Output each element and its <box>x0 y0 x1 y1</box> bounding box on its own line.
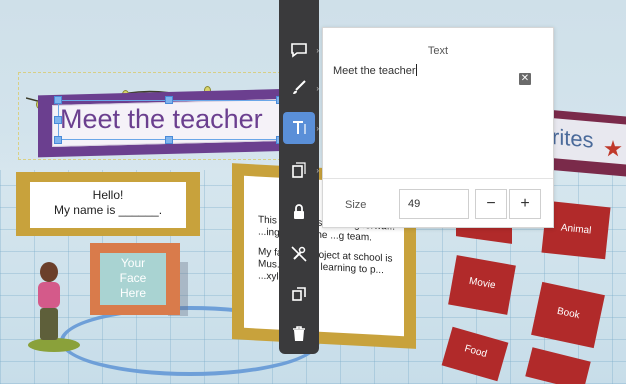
hello-line: Hello! <box>92 188 124 202</box>
topic-card-label: Food <box>463 343 489 361</box>
size-label: Size <box>345 199 367 211</box>
resize-handle[interactable] <box>54 136 62 144</box>
size-increase-button[interactable]: + <box>509 189 541 219</box>
layer-button[interactable]: › <box>283 154 319 186</box>
clear-text-button[interactable]: ✕ <box>519 73 531 85</box>
chevron-right-icon: › <box>316 46 319 55</box>
face-card[interactable]: Your Face Here <box>90 243 180 315</box>
face-line-2: Face <box>119 271 147 285</box>
text-selection-box[interactable] <box>58 100 280 140</box>
brush-icon <box>293 80 306 94</box>
hello-card-text: Hello! My name is ______. <box>30 182 186 228</box>
avatar-body <box>38 282 60 308</box>
topic-card-label: Book <box>556 305 581 322</box>
face-line-3: Here <box>119 286 146 300</box>
avatar-head <box>40 262 58 282</box>
no-tools-icon <box>291 246 307 262</box>
name-line: My name is ______. <box>53 203 163 217</box>
hello-card[interactable]: Hello! My name is ______. <box>16 172 200 236</box>
text-input-value: Meet the teacher <box>333 65 416 77</box>
panel-title: Text <box>427 45 449 57</box>
lock-icon <box>294 204 304 219</box>
resize-handle[interactable] <box>165 96 173 104</box>
topic-card-movie[interactable]: Movie <box>448 255 516 315</box>
size-input[interactable]: 49 <box>399 189 469 219</box>
text-tool-button[interactable]: › <box>283 112 319 144</box>
comment-button[interactable]: › <box>283 34 319 66</box>
resize-handle[interactable] <box>165 136 173 144</box>
avatar[interactable] <box>28 262 88 354</box>
text-icon <box>293 121 306 134</box>
text-edit-panel: Text Meet the teacher ✕ Size 49 − + <box>322 27 554 228</box>
lock-button[interactable] <box>283 196 315 228</box>
face-line-1: Your <box>120 256 146 270</box>
delete-button[interactable] <box>283 318 315 350</box>
chevron-right-icon: › <box>316 166 319 175</box>
avatar-legs <box>40 308 58 340</box>
brush-button[interactable]: › <box>283 72 319 104</box>
resize-handle[interactable] <box>54 96 62 104</box>
text-input[interactable]: Meet the teacher <box>333 64 545 184</box>
size-row: Size 49 − + <box>323 178 553 228</box>
trash-icon <box>293 326 305 341</box>
speech-bubble-icon <box>291 43 307 58</box>
resize-handle[interactable] <box>54 116 62 124</box>
chevron-right-icon: › <box>316 124 319 133</box>
size-decrease-button[interactable]: − <box>475 189 507 219</box>
favorites-banner-text: rites <box>544 117 626 167</box>
text-caret <box>415 64 417 76</box>
disable-tools-button[interactable] <box>283 238 315 270</box>
chevron-right-icon: › <box>316 84 319 93</box>
topic-card-label: Movie <box>468 275 497 292</box>
avatar-base <box>28 338 80 352</box>
face-card-text: Your Face Here <box>100 253 166 305</box>
copy-icon <box>292 287 306 301</box>
copy-button[interactable] <box>283 278 315 310</box>
object-toolbar: › › › › <box>279 0 319 354</box>
layer-icon <box>292 162 306 178</box>
